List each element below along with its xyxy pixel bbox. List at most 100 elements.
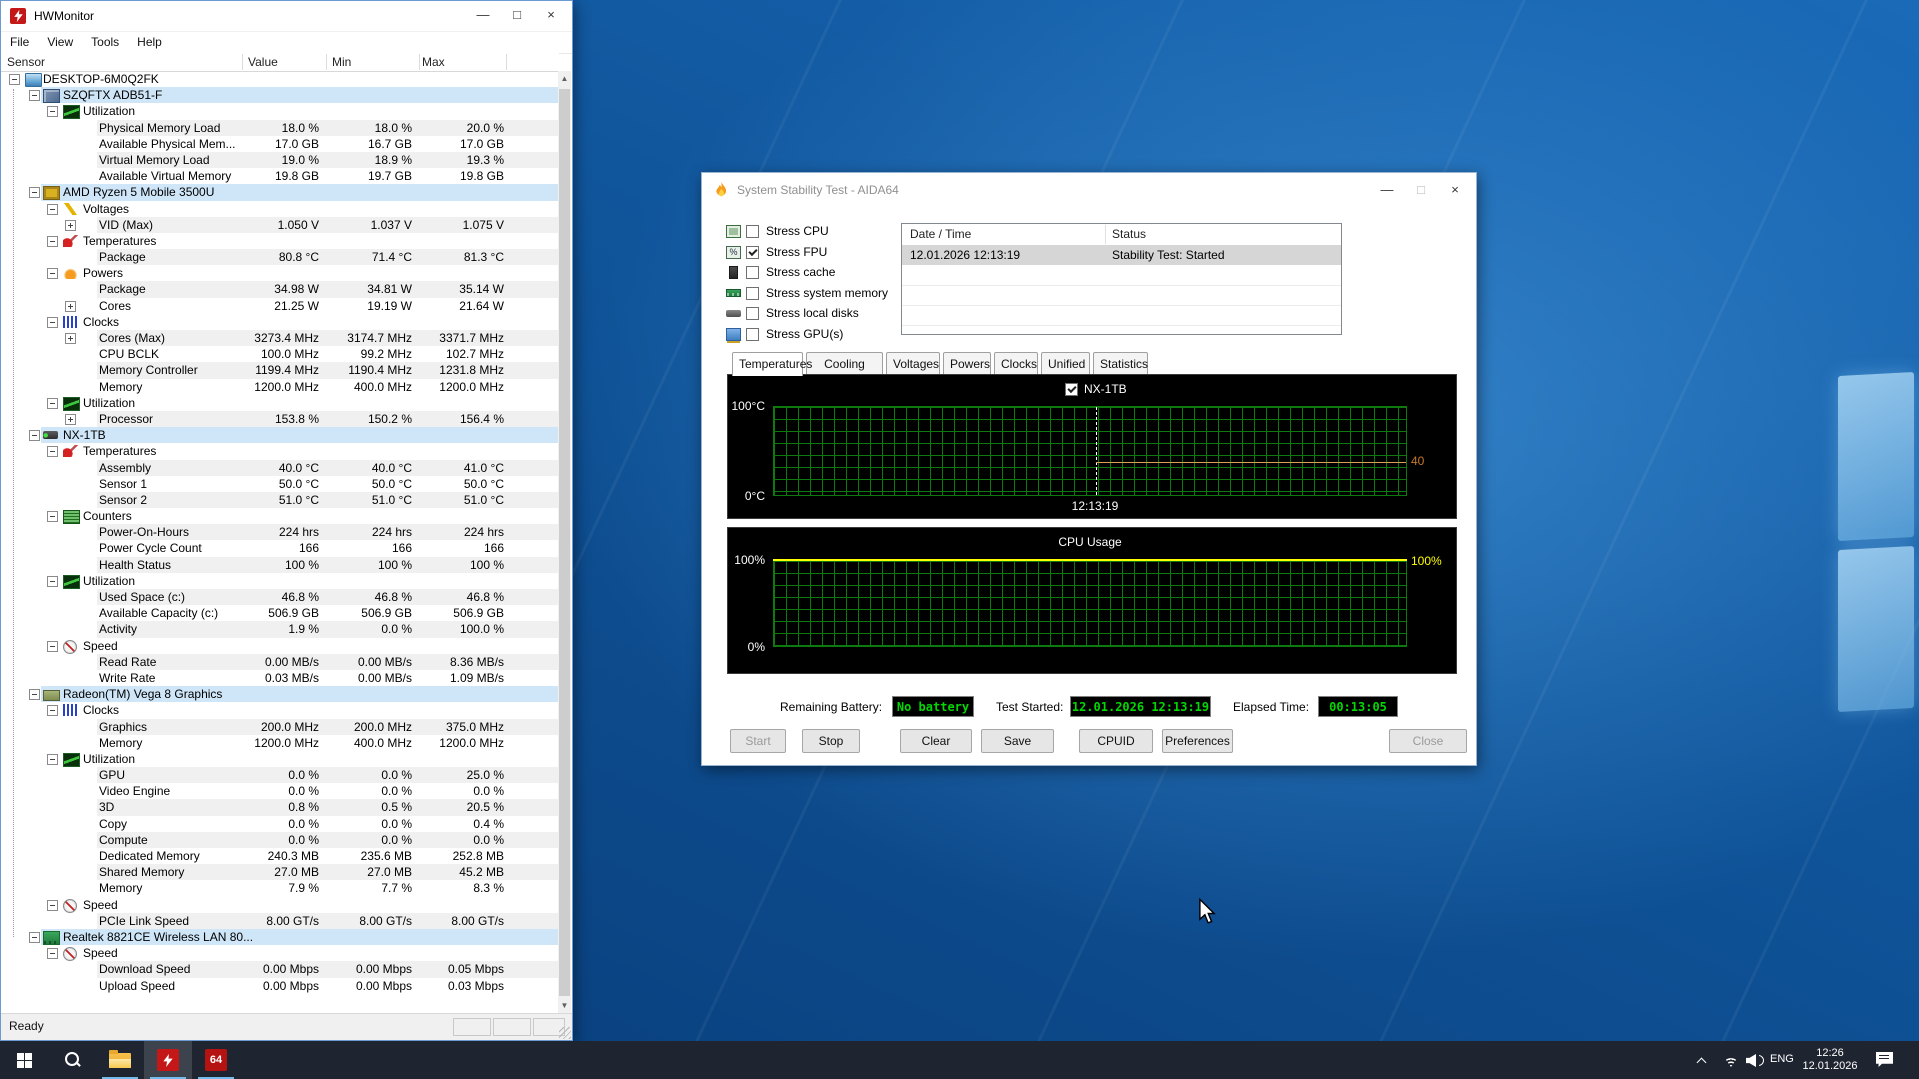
- sensor-row[interactable]: Cores21.25 W19.19 W21.64 W: [1, 298, 561, 314]
- collapse-icon[interactable]: [29, 187, 40, 198]
- start-button[interactable]: [0, 1041, 48, 1079]
- sensor-row[interactable]: Video Engine0.0 %0.0 %0.0 %: [1, 783, 561, 799]
- column-sensor[interactable]: Sensor: [7, 55, 45, 69]
- collapse-icon[interactable]: [47, 398, 58, 409]
- collapse-icon[interactable]: [47, 754, 58, 765]
- scrollbar-thumb[interactable]: [559, 89, 570, 996]
- sensor-row[interactable]: Power Cycle Count166166166: [1, 540, 561, 556]
- resize-grip[interactable]: [559, 1027, 571, 1039]
- expand-icon[interactable]: [65, 333, 76, 344]
- sensor-row[interactable]: Copy0.0 %0.0 %0.4 %: [1, 816, 561, 832]
- sensor-group-row[interactable]: Utilization: [1, 395, 561, 411]
- scroll-up-icon[interactable]: ▲: [558, 71, 571, 87]
- sensor-group-row[interactable]: Clocks: [1, 314, 561, 330]
- close-button[interactable]: ×: [1438, 173, 1472, 207]
- tray-chevron-icon[interactable]: [1698, 1056, 1707, 1065]
- stress-checkbox[interactable]: [746, 328, 759, 341]
- clear-button[interactable]: Clear: [900, 729, 972, 753]
- cpuid-button[interactable]: CPUID: [1079, 729, 1153, 753]
- wifi-icon[interactable]: [1722, 1054, 1740, 1067]
- expand-icon[interactable]: [65, 414, 76, 425]
- collapse-icon[interactable]: [47, 268, 58, 279]
- sensor-group-row[interactable]: Temperatures: [1, 233, 561, 249]
- tab-clocks[interactable]: Clocks: [994, 352, 1038, 374]
- language-indicator[interactable]: ENG: [1770, 1053, 1794, 1065]
- taskbar-file-explorer[interactable]: [96, 1041, 144, 1079]
- tab-temperatures[interactable]: Temperatures: [732, 352, 803, 376]
- sensor-row[interactable]: Assembly40.0 °C40.0 °C41.0 °C: [1, 460, 561, 476]
- collapse-icon[interactable]: [47, 576, 58, 587]
- sensor-row[interactable]: 3D0.8 %0.5 %20.5 %: [1, 799, 561, 815]
- tab-cooling-fans[interactable]: Cooling Fans: [806, 352, 883, 374]
- tab-powers[interactable]: Powers: [943, 352, 991, 374]
- sensor-row[interactable]: Shared Memory27.0 MB27.0 MB45.2 MB: [1, 864, 561, 880]
- sensor-row[interactable]: Memory7.9 %7.7 %8.3 %: [1, 880, 561, 896]
- column-value[interactable]: Value: [248, 55, 278, 69]
- test-log-list[interactable]: Date / Time Status 12.01.2026 12:13:19 S…: [901, 223, 1342, 335]
- sensor-row[interactable]: Upload Speed0.00 Mbps0.00 Mbps0.03 Mbps: [1, 978, 561, 994]
- device-row[interactable]: SZQFTX ADB51-F: [1, 87, 561, 103]
- collapse-icon[interactable]: [47, 106, 58, 117]
- sensor-row[interactable]: GPU0.0 %0.0 %25.0 %: [1, 767, 561, 783]
- legend-checkbox[interactable]: [1065, 383, 1078, 396]
- stress-option[interactable]: Stress CPU: [702, 223, 901, 240]
- sensor-row[interactable]: Download Speed0.00 Mbps0.00 Mbps0.05 Mbp…: [1, 961, 561, 977]
- device-row[interactable]: Realtek 8821CE Wireless LAN 80...: [1, 929, 561, 945]
- collapse-icon[interactable]: [29, 932, 40, 943]
- sensor-group-row[interactable]: Utilization: [1, 751, 561, 767]
- collapse-icon[interactable]: [47, 511, 58, 522]
- column-min[interactable]: Min: [332, 55, 351, 69]
- expand-icon[interactable]: [65, 220, 76, 231]
- menu-file[interactable]: File: [1, 35, 38, 49]
- tab-voltages[interactable]: Voltages: [886, 352, 940, 374]
- hwmonitor-titlebar[interactable]: HWMonitor — □ ×: [1, 1, 572, 32]
- menu-help[interactable]: Help: [128, 35, 171, 49]
- sensor-row[interactable]: Physical Memory Load18.0 %18.0 %20.0 %: [1, 120, 561, 136]
- sensor-row[interactable]: Memory Controller1199.4 MHz1190.4 MHz123…: [1, 362, 561, 378]
- sensor-row[interactable]: Power-On-Hours224 hrs224 hrs224 hrs: [1, 524, 561, 540]
- sensor-row[interactable]: Memory1200.0 MHz400.0 MHz1200.0 MHz: [1, 379, 561, 395]
- collapse-icon[interactable]: [47, 705, 58, 716]
- stress-option[interactable]: Stress local disks: [702, 305, 901, 322]
- action-center-icon[interactable]: [1876, 1052, 1893, 1067]
- stress-checkbox[interactable]: [746, 307, 759, 320]
- sensor-row[interactable]: Processor153.8 %150.2 %156.4 %: [1, 411, 561, 427]
- sensor-group-row[interactable]: Powers: [1, 265, 561, 281]
- collapse-icon[interactable]: [47, 641, 58, 652]
- collapse-icon[interactable]: [47, 317, 58, 328]
- sensor-group-row[interactable]: Voltages: [1, 201, 561, 217]
- stress-checkbox[interactable]: [746, 225, 759, 238]
- sensor-row[interactable]: Available Virtual Memory19.8 GB19.7 GB19…: [1, 168, 561, 184]
- taskbar-clock[interactable]: 12:26 12.01.2026: [1798, 1047, 1862, 1073]
- vertical-scrollbar[interactable]: ▲ ▼: [558, 71, 571, 1014]
- hwmonitor-column-header[interactable]: Sensor Value Min Max: [1, 53, 559, 72]
- stress-option[interactable]: Stress GPU(s): [702, 326, 901, 343]
- stress-checkbox[interactable]: [746, 246, 759, 259]
- taskbar-hwmonitor[interactable]: [144, 1041, 192, 1079]
- temperature-legend[interactable]: NX-1TB: [1059, 382, 1127, 396]
- expand-icon[interactable]: [65, 301, 76, 312]
- sensor-row[interactable]: PCIe Link Speed8.00 GT/s8.00 GT/s8.00 GT…: [1, 913, 561, 929]
- scroll-down-icon[interactable]: ▼: [558, 998, 571, 1014]
- minimize-button[interactable]: —: [466, 1, 500, 29]
- sensor-row[interactable]: CPU BCLK100.0 MHz99.2 MHz102.7 MHz: [1, 346, 561, 362]
- collapse-icon[interactable]: [47, 236, 58, 247]
- sensor-row[interactable]: Sensor 251.0 °C51.0 °C51.0 °C: [1, 492, 561, 508]
- log-row[interactable]: 12.01.2026 12:13:19 Stability Test: Star…: [902, 245, 1341, 265]
- sensor-row[interactable]: Read Rate0.00 MB/s0.00 MB/s8.36 MB/s: [1, 654, 561, 670]
- sensor-row[interactable]: Available Capacity (c:)506.9 GB506.9 GB5…: [1, 605, 561, 621]
- sensor-group-row[interactable]: Temperatures: [1, 443, 561, 459]
- tab-unified[interactable]: Unified: [1041, 352, 1090, 374]
- device-row[interactable]: AMD Ryzen 5 Mobile 3500U: [1, 184, 561, 200]
- sensor-row[interactable]: Health Status100 %100 %100 %: [1, 557, 561, 573]
- collapse-icon[interactable]: [29, 430, 40, 441]
- stress-option[interactable]: Stress cache: [702, 264, 901, 281]
- collapse-icon[interactable]: [29, 90, 40, 101]
- menu-tools[interactable]: Tools: [82, 35, 128, 49]
- sensor-row[interactable]: Used Space (c:)46.8 %46.8 %46.8 %: [1, 589, 561, 605]
- sensor-group-row[interactable]: Speed: [1, 897, 561, 913]
- collapse-icon[interactable]: [29, 689, 40, 700]
- sensor-row[interactable]: Virtual Memory Load19.0 %18.9 %19.3 %: [1, 152, 561, 168]
- stress-checkbox[interactable]: [746, 287, 759, 300]
- maximize-button[interactable]: □: [500, 1, 534, 29]
